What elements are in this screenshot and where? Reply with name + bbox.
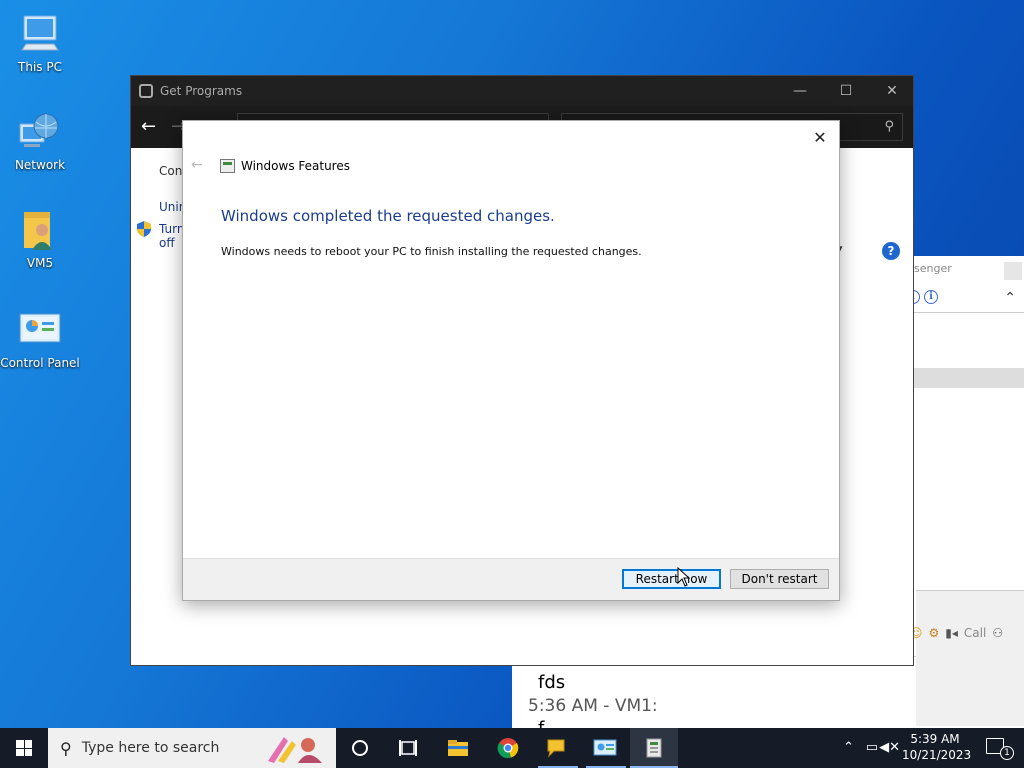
dont-restart-button[interactable]: Don't restart	[730, 569, 829, 589]
dialog-close-button[interactable]: ✕	[809, 127, 831, 149]
dialog-title: Windows Features	[241, 159, 350, 173]
messenger-chat-log: fds 5:36 AM - VM1: f	[512, 656, 916, 739]
uac-shield-icon	[137, 221, 151, 237]
taskbar-search-box[interactable]: ⚲ Type here to search	[48, 728, 336, 768]
network-globe-icon	[18, 110, 62, 154]
chrome-icon[interactable]	[496, 736, 520, 760]
back-arrow-icon[interactable]: ←	[191, 157, 203, 173]
desktop-icon-vm5[interactable]: VM5	[0, 208, 80, 270]
desktop-icon-label: This PC	[18, 60, 62, 74]
desktop-icon-label: VM5	[26, 256, 54, 270]
messenger-side-panel	[916, 590, 1024, 726]
messenger-app-icon[interactable]	[544, 736, 568, 760]
window-title: Get Programs	[160, 84, 243, 98]
chat-message: fds	[538, 672, 566, 693]
user-folder-icon	[18, 208, 62, 252]
system-tray: ⌃ ▭ ◀✕ 5:39 AM 10/21/2023 1	[824, 728, 1024, 768]
chevron-up-icon[interactable]: ⌃	[1004, 290, 1016, 306]
contact-list-selected-row[interactable]	[914, 368, 1024, 388]
chat-message-meta: 5:36 AM - VM1:	[528, 696, 658, 716]
desktop-icon-control-panel[interactable]: Control Panel	[0, 308, 80, 370]
taskbar-clock[interactable]: 5:39 AM 10/21/2023	[902, 731, 972, 763]
windows-logo-icon	[16, 740, 32, 756]
volume-muted-icon[interactable]: ◀✕	[879, 740, 900, 755]
settings-gear-icon[interactable]: ⚙	[929, 626, 940, 640]
windows-features-taskbar-icon[interactable]	[642, 736, 666, 760]
desktop-icon-label: Network	[14, 158, 66, 172]
task-view-icon[interactable]	[396, 736, 420, 760]
video-camera-icon[interactable]: ▮◂	[945, 626, 958, 640]
notification-count-badge: 1	[1000, 746, 1014, 760]
start-button[interactable]	[0, 728, 48, 768]
group-icon[interactable]: ⚇	[992, 626, 1003, 640]
search-highlight-icon	[268, 737, 322, 763]
file-explorer-icon[interactable]	[446, 736, 470, 760]
dialog-footer: Restart now Don't restart	[183, 558, 839, 600]
network-icon[interactable]: ▭	[866, 740, 878, 755]
dialog-heading: Windows completed the requested changes.	[221, 207, 555, 225]
clock-date: 10/21/2023	[902, 748, 972, 762]
search-icon: ⚲	[60, 738, 72, 758]
window-titlebar[interactable]: Get Programs — ☐ ✕	[131, 76, 913, 106]
clock-time: 5:39 AM	[910, 732, 960, 746]
call-button[interactable]: Call	[964, 626, 986, 640]
chevron-up-icon[interactable]: ⌃	[843, 740, 854, 755]
back-arrow-icon[interactable]: ←	[141, 116, 156, 137]
desktop-icon-label: Control Panel	[0, 356, 80, 370]
close-button[interactable]: ✕	[869, 76, 915, 106]
messenger-title: senger	[914, 262, 952, 275]
divider	[914, 312, 1024, 313]
restart-now-button[interactable]: Restart now	[622, 569, 721, 589]
computer-icon	[18, 12, 62, 56]
maximize-button[interactable]: ☐	[823, 76, 869, 106]
taskbar: ⚲ Type here to search ⌃ ▭ ◀✕ 5:39 AM 10/…	[0, 728, 1024, 768]
desktop-icon-this-pc[interactable]: This PC	[0, 12, 80, 74]
messenger-callbar: ☺ ⚙ ▮◂ Call ⚇	[910, 626, 1003, 640]
minimize-button[interactable]: —	[777, 76, 823, 106]
mouse-cursor-icon	[677, 567, 691, 587]
control-panel-taskbar-icon[interactable]	[593, 736, 617, 760]
dialog-message: Windows needs to reboot your PC to finis…	[221, 245, 642, 258]
control-panel-app-icon	[139, 84, 153, 98]
desktop-icon-network[interactable]: Network	[0, 110, 80, 172]
windows-features-icon	[220, 159, 235, 173]
help-icon[interactable]: ?	[882, 242, 900, 260]
cortana-icon[interactable]	[348, 736, 372, 760]
messenger-window-button[interactable]	[1004, 262, 1022, 280]
control-panel-icon	[18, 308, 62, 352]
search-icon: ⚲	[884, 119, 894, 134]
search-placeholder: Type here to search	[81, 740, 220, 756]
windows-features-dialog[interactable]: ✕ ← Windows Features Windows completed t…	[182, 120, 840, 601]
info-icon[interactable]: i	[924, 290, 938, 304]
